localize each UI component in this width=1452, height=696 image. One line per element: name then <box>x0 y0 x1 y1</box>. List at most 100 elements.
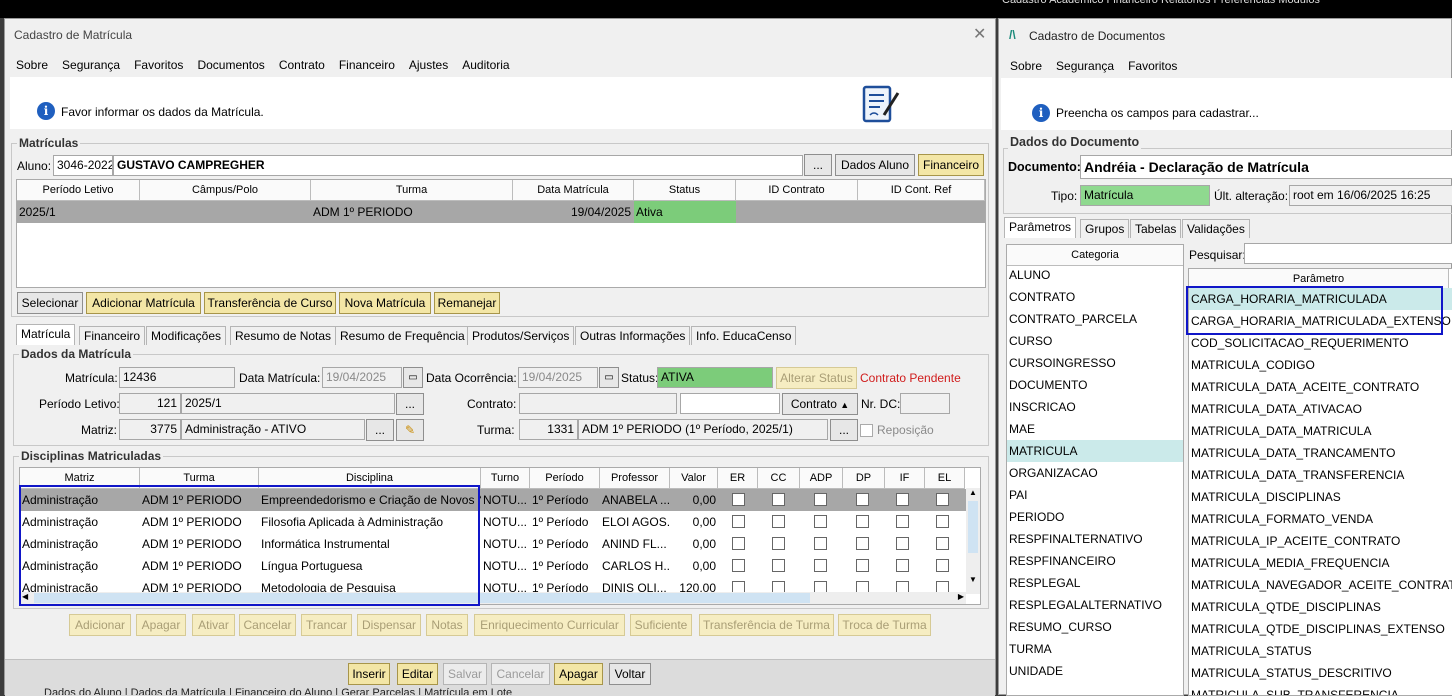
periodo-field[interactable]: 2025/1 <box>181 393 395 414</box>
list-item[interactable]: INSCRICAO <box>1007 396 1183 418</box>
aluno-name-field[interactable]: GUSTAVO CAMPREGHER <box>113 155 803 176</box>
tab-grupos[interactable]: Grupos <box>1080 219 1130 238</box>
list-item[interactable]: MATRICULA_QTDE_DISCIPLINAS <box>1189 596 1452 618</box>
nova-matricula-button[interactable]: Nova Matrícula <box>339 292 431 314</box>
row-checkbox[interactable] <box>896 559 909 572</box>
menu-favoritos[interactable]: Favoritos <box>1128 59 1177 73</box>
list-item[interactable]: MAE <box>1007 418 1183 440</box>
list-item[interactable]: RESPLEGALALTERNATIVO <box>1007 594 1183 616</box>
list-item[interactable]: CURSOINGRESSO <box>1007 352 1183 374</box>
footer-cancelar-button[interactable]: Cancelar <box>491 663 550 685</box>
dados-aluno-button[interactable]: Dados Aluno <box>835 154 915 176</box>
tab-validacoes[interactable]: Validações <box>1182 219 1250 238</box>
financeiro-button[interactable]: Financeiro <box>918 154 984 176</box>
disc-action-ativar-button[interactable]: Ativar <box>192 614 235 636</box>
contrato-dropdown-button[interactable]: Contrato ▲ <box>782 393 858 415</box>
disc-action-cancelar-button[interactable]: Cancelar <box>239 614 296 636</box>
list-item[interactable]: RESPFINANCEIRO <box>1007 550 1183 572</box>
list-item[interactable]: MATRICULA_STATUS <box>1189 640 1452 662</box>
tab-financeiro[interactable]: Financeiro <box>79 326 146 345</box>
list-item[interactable]: ORGANIZACAO <box>1007 462 1183 484</box>
list-item[interactable]: DOCUMENTO <box>1007 374 1183 396</box>
menu-seguranca[interactable]: Segurança <box>1056 59 1114 73</box>
selecionar-button[interactable]: Selecionar <box>17 292 83 314</box>
scroll-thumb[interactable] <box>968 501 978 553</box>
turma-code-field[interactable]: 1331 <box>519 419 578 440</box>
list-item[interactable]: MATRICULA_FORMATO_VENDA <box>1189 508 1452 530</box>
row-checkbox[interactable] <box>896 537 909 550</box>
row-checkbox[interactable] <box>936 537 949 550</box>
list-item[interactable]: PERIODO <box>1007 506 1183 528</box>
pesquisar-input[interactable] <box>1244 243 1452 264</box>
row-checkbox[interactable] <box>814 515 827 528</box>
calendar-icon[interactable]: ▭ <box>599 367 619 388</box>
aluno-search-button[interactable]: ... <box>804 154 832 176</box>
disc-action-troca-de-turma-button[interactable]: Troca de Turma <box>838 614 931 636</box>
menu-contrato[interactable]: Contrato <box>279 58 325 72</box>
disc-action-adicionar-button[interactable]: Adicionar <box>69 614 131 636</box>
footer-voltar-button[interactable]: Voltar <box>609 663 651 685</box>
list-item[interactable]: CONTRATO_PARCELA <box>1007 308 1183 330</box>
row-checkbox[interactable] <box>856 537 869 550</box>
menu-sobre[interactable]: Sobre <box>1010 59 1042 73</box>
contrato-field[interactable] <box>519 393 677 414</box>
list-item[interactable]: RESPFINALTERNATIVO <box>1007 528 1183 550</box>
list-item[interactable]: MATRICULA_QTDE_DISCIPLINAS_EXTENSO <box>1189 618 1452 640</box>
disc-action-trancar-button[interactable]: Trancar <box>301 614 352 636</box>
list-item[interactable]: MATRICULA_NAVEGADOR_ACEITE_CONTRATO <box>1189 574 1452 596</box>
documento-field[interactable]: Andréia - Declaração de Matrícula <box>1080 155 1452 179</box>
tab-outras[interactable]: Outras Informações <box>575 326 691 345</box>
close-icon[interactable]: ✕ <box>973 24 986 44</box>
row-checkbox[interactable] <box>732 493 745 506</box>
list-item[interactable]: MATRICULA_STATUS_DESCRITIVO <box>1189 662 1452 684</box>
tab-resumo-frequencia[interactable]: Resumo de Frequência <box>335 326 470 345</box>
pencil-icon[interactable]: ✎ <box>396 419 424 441</box>
tab-resumo-notas[interactable]: Resumo de Notas <box>230 326 337 345</box>
list-item[interactable]: MATRICULA_MEDIA_FREQUENCIA <box>1189 552 1452 574</box>
matriz-code-field[interactable]: 3775 <box>119 419 181 440</box>
list-item[interactable]: UNIDADE <box>1007 660 1183 682</box>
periodo-code-field[interactable]: 121 <box>119 393 181 414</box>
row-checkbox[interactable] <box>936 493 949 506</box>
data-ocorrencia-field[interactable]: 19/04/2025 <box>518 367 598 388</box>
disc-action-dispensar-button[interactable]: Dispensar <box>357 614 421 636</box>
tab-produtos[interactable]: Produtos/Serviços <box>467 326 575 345</box>
tab-parametros[interactable]: Parâmetros <box>1004 217 1077 238</box>
row-checkbox[interactable] <box>896 493 909 506</box>
tab-tabelas[interactable]: Tabelas <box>1130 219 1182 238</box>
matriz-search-button[interactable]: ... <box>366 419 394 441</box>
list-item[interactable]: MATRICULA_DATA_TRANSFERENCIA <box>1189 464 1452 486</box>
row-checkbox[interactable] <box>772 515 785 528</box>
list-item[interactable]: RESPLEGAL <box>1007 572 1183 594</box>
list-item[interactable]: MATRICULA_DATA_ACEITE_CONTRATO <box>1189 376 1452 398</box>
menu-documentos[interactable]: Documentos <box>197 58 264 72</box>
menu-ajustes[interactable]: Ajustes <box>409 58 448 72</box>
row-checkbox[interactable] <box>936 515 949 528</box>
menu-auditoria[interactable]: Auditoria <box>462 58 509 72</box>
disc-action-enriquecimento-curricular-button[interactable]: Enriquecimento Curricular <box>474 614 625 636</box>
disc-action-notas-button[interactable]: Notas <box>426 614 468 636</box>
list-item[interactable]: MATRICULA_SUB_TRANSFERENCIA <box>1189 684 1452 695</box>
row-checkbox[interactable] <box>732 515 745 528</box>
row-checkbox[interactable] <box>814 493 827 506</box>
list-item[interactable]: COD_SOLICITACAO_REQUERIMENTO <box>1189 332 1452 354</box>
row-checkbox[interactable] <box>814 537 827 550</box>
disc-action-transfer-ncia-de-turma-button[interactable]: Transferência de Turma <box>699 614 834 636</box>
transferencia-curso-button[interactable]: Transferência de Curso <box>204 292 336 314</box>
list-item[interactable]: MATRICULA <box>1007 440 1183 462</box>
reposicao-checkbox[interactable] <box>860 424 873 437</box>
matricula-field[interactable]: 12436 <box>119 367 235 388</box>
list-item[interactable]: TURMA <box>1007 638 1183 660</box>
disc-action-suficiente-button[interactable]: Suficiente <box>630 614 692 636</box>
list-item[interactable]: MATRICULA_IP_ACEITE_CONTRATO <box>1189 530 1452 552</box>
nr-dc-field[interactable] <box>900 393 950 414</box>
alterar-status-button[interactable]: Alterar Status <box>776 367 857 389</box>
adicionar-matricula-button[interactable]: Adicionar Matrícula <box>86 292 201 314</box>
tipo-field[interactable]: Matrícula <box>1080 185 1210 206</box>
menu-financeiro[interactable]: Financeiro <box>339 58 395 72</box>
calendar-icon[interactable]: ▭ <box>403 367 423 388</box>
footer-apagar-button[interactable]: Apagar <box>554 663 603 685</box>
list-item[interactable]: CURSO <box>1007 330 1183 352</box>
disc-action-apagar-button[interactable]: Apagar <box>136 614 186 636</box>
turma-field[interactable]: ADM 1º PERIODO (1º Período, 2025/1) <box>578 419 828 440</box>
